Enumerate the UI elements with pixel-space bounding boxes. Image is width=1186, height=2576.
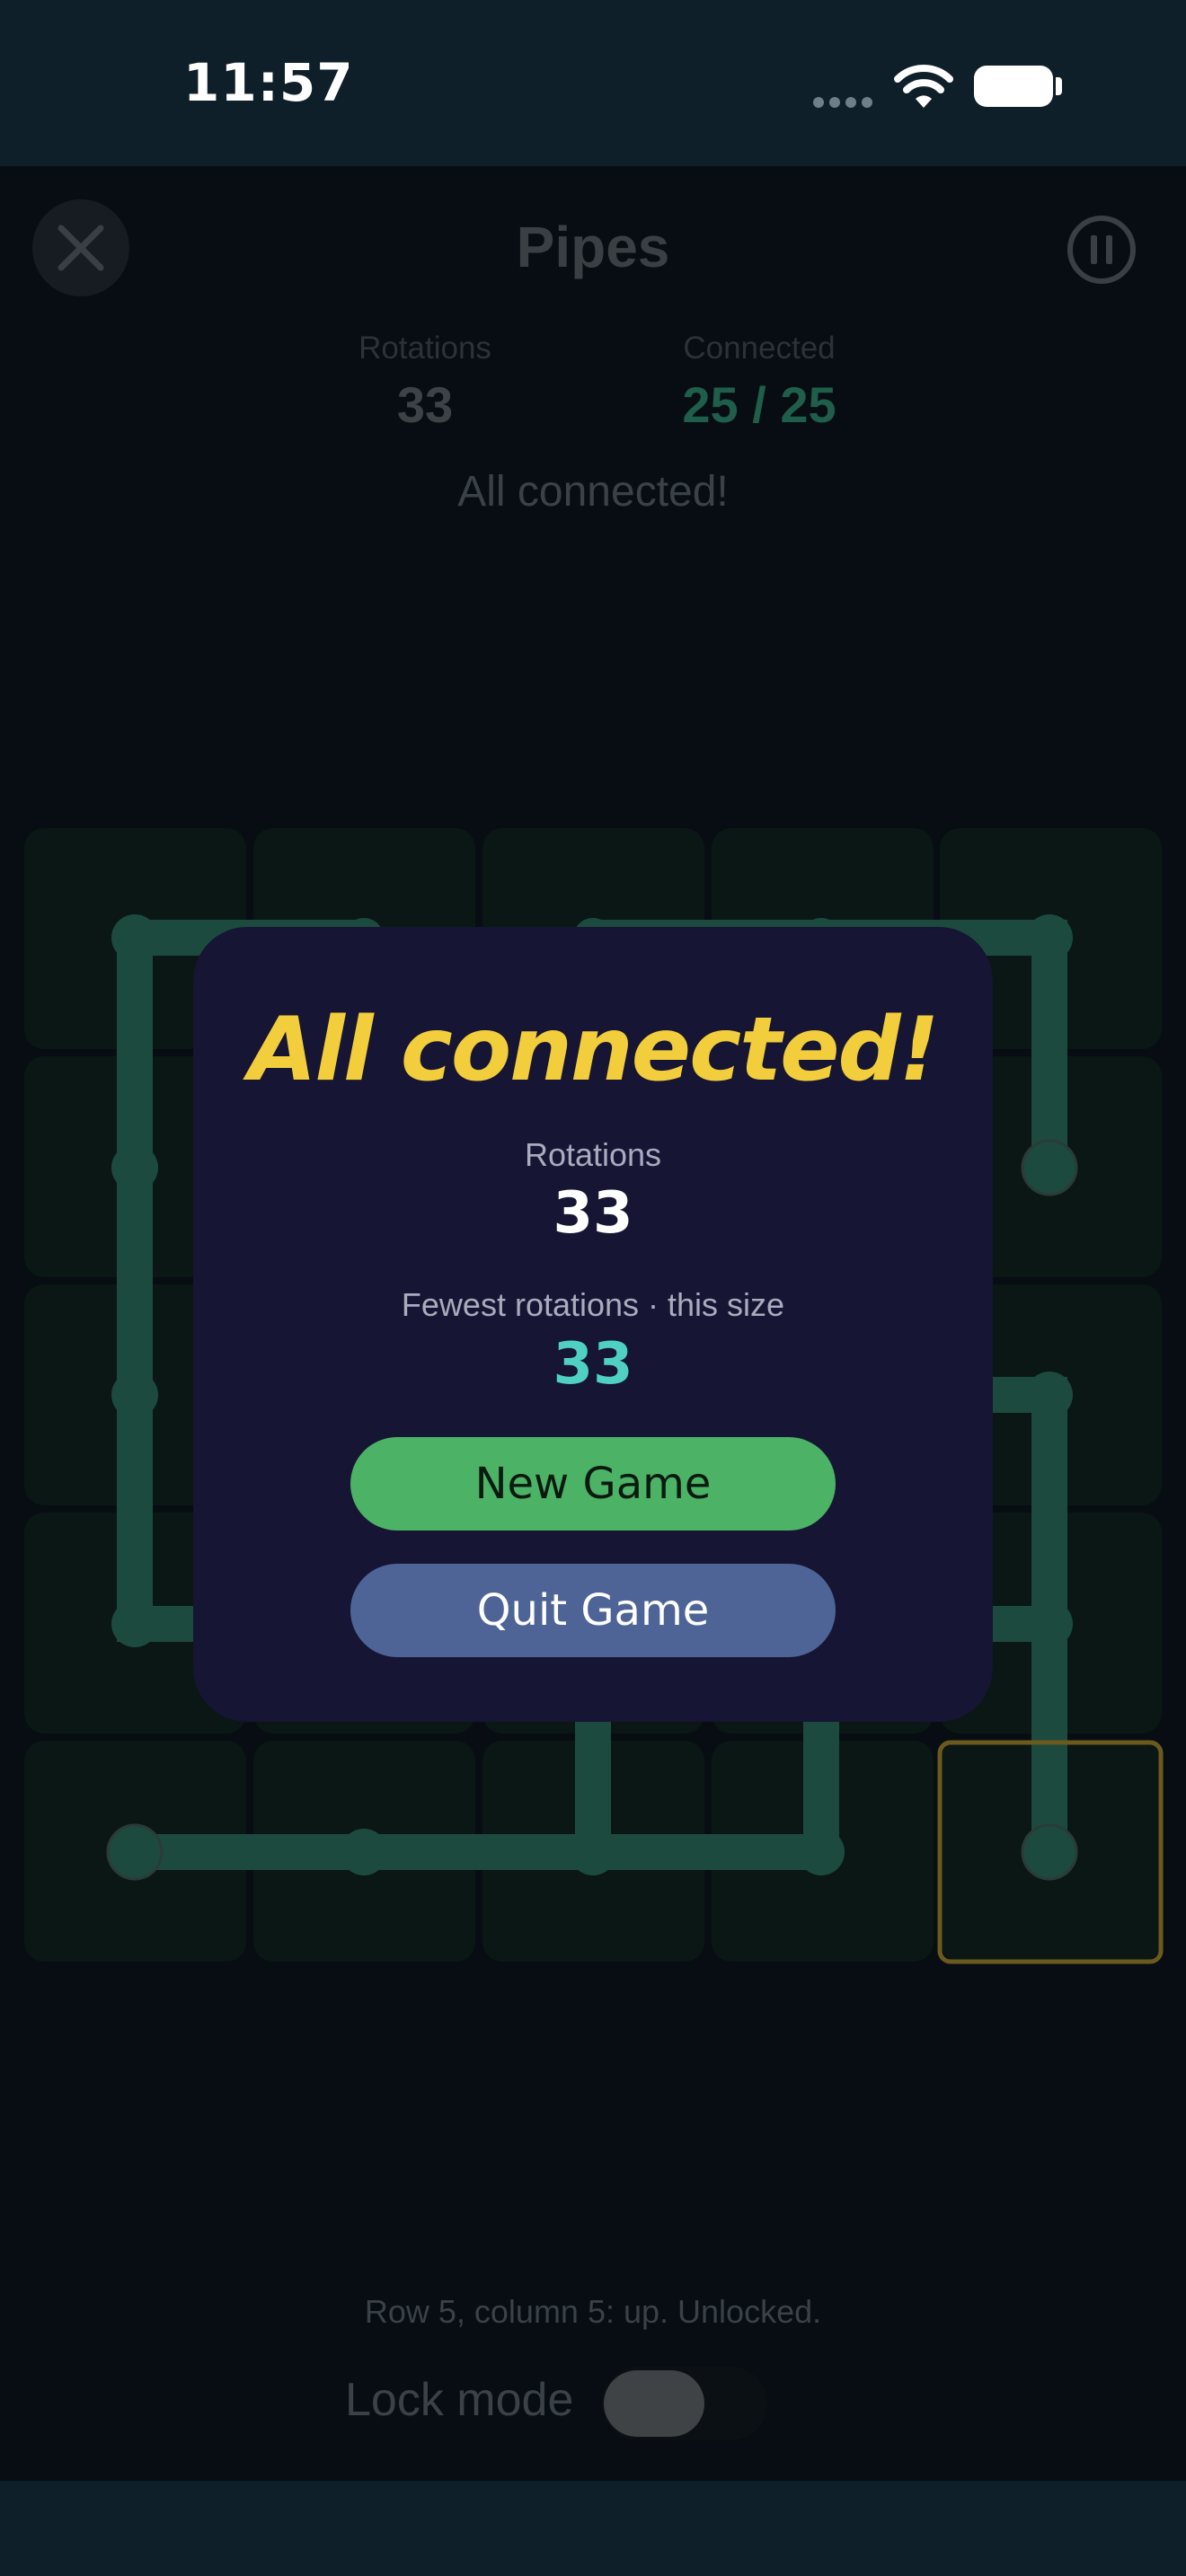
lock-mode-toggle[interactable] [602,2367,767,2440]
dialog-title: All connected! [248,999,940,1101]
quit-game-button[interactable]: Quit Game [350,1564,836,1657]
bottom-bar [0,2481,1186,2576]
dialog-rotations-value: 33 [553,1180,633,1247]
dialog-rotations-label: Rotations [524,1136,662,1173]
new-game-button[interactable]: New Game [350,1437,836,1531]
lock-mode-label: Lock mode [345,2374,574,2426]
toggle-knob [604,2370,704,2437]
dialog-best-label: Fewest rotations · this size [401,1286,785,1323]
cell-status: Row 5, column 5: up. Unlocked. [364,2293,822,2330]
dialog-best-value: 33 [553,1331,633,1398]
